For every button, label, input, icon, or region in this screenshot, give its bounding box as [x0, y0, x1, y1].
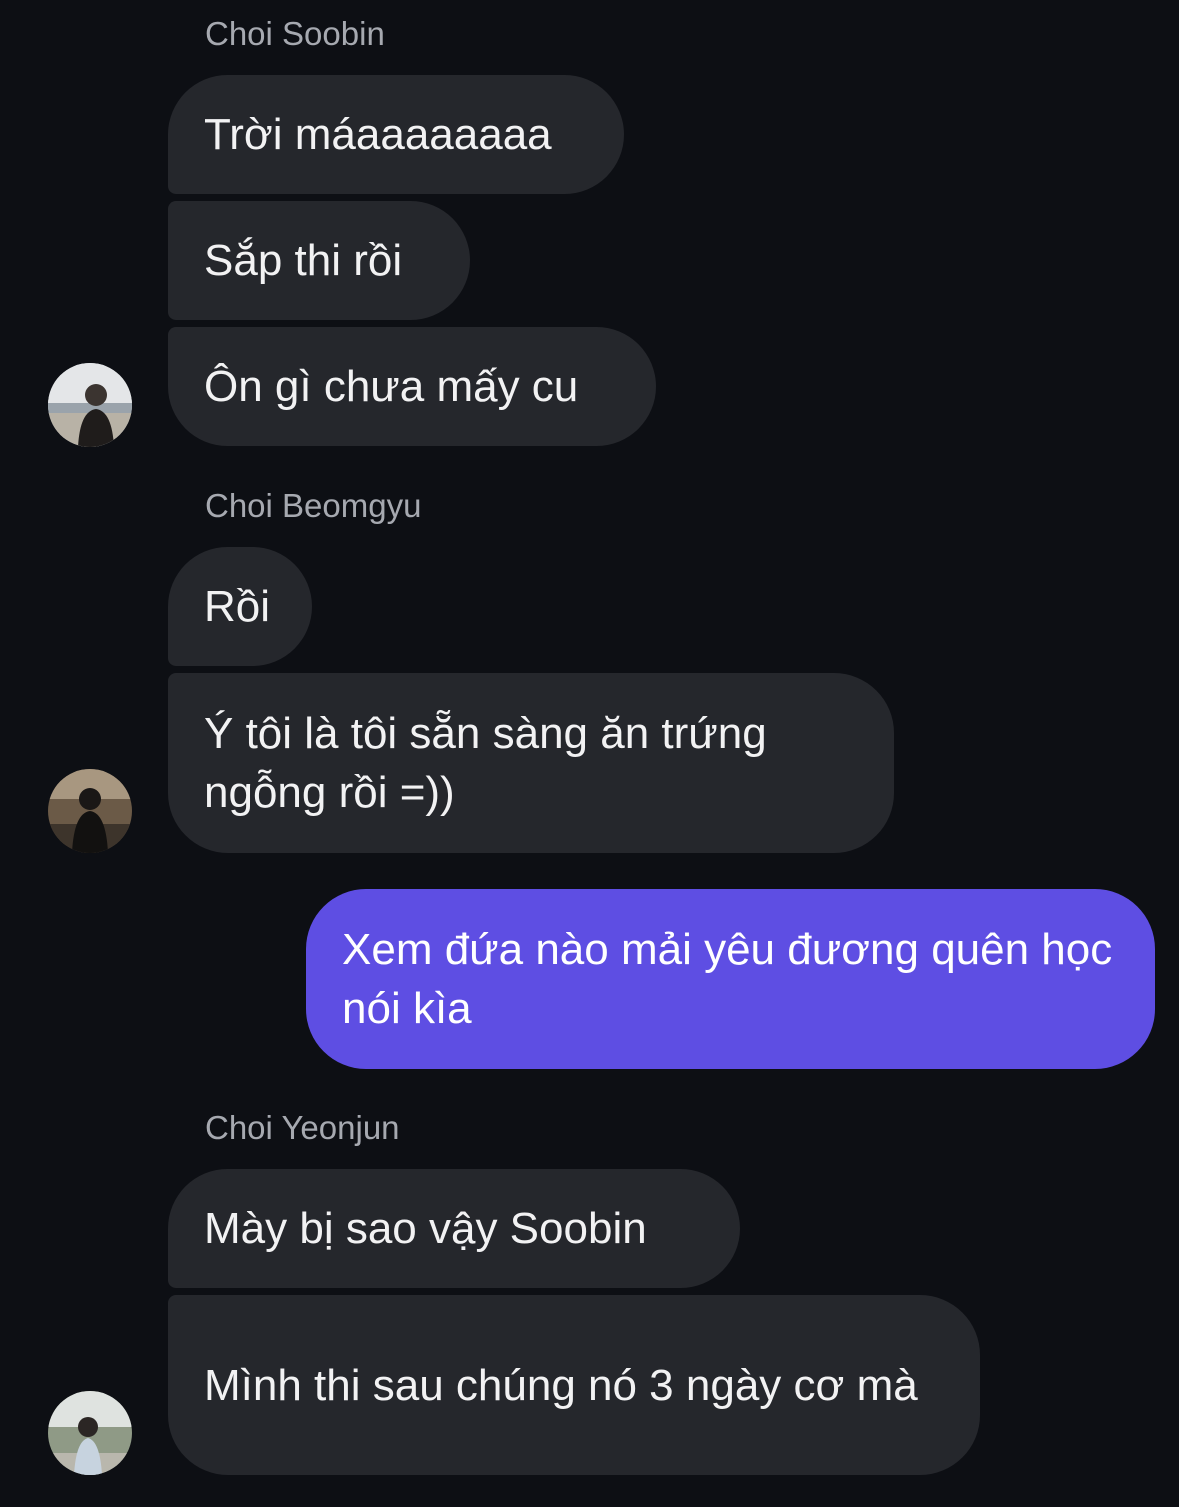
message-bubble[interactable]: Mình thi sau chúng nó 3 ngày cơ mà [168, 1295, 980, 1475]
sender-name: Choi Yeonjun [205, 1109, 400, 1146]
message-bubble[interactable]: Ý tôi là tôi sẵn sàng ăn trứng ngỗng rồi… [168, 673, 894, 853]
message-text: Mày bị sao vậy Soobin [204, 1204, 647, 1253]
message-text: Sắp thi rồi [204, 236, 403, 285]
message-bubble[interactable]: Trời máaaaaaaaa [168, 75, 624, 194]
sender-name: Choi Beomgyu [205, 487, 422, 524]
message-text: Ý tôi là tôi sẵn sàng ăn trứng ngỗng rồi… [204, 709, 767, 817]
message-text: Trời máaaaaaaaa [204, 110, 552, 159]
avatar[interactable] [48, 769, 132, 853]
message-text: Xem đứa nào mải yêu đương quên học nói k… [342, 925, 1113, 1033]
message-text: Rồi [204, 582, 271, 631]
message-text: Ôn gì chưa mấy cu [204, 362, 579, 411]
outgoing-message-bubble[interactable]: Xem đứa nào mải yêu đương quên học nói k… [306, 889, 1155, 1069]
avatar[interactable] [48, 363, 132, 447]
sender-name: Choi Soobin [205, 15, 385, 52]
avatar[interactable] [48, 1391, 132, 1475]
message-bubble[interactable]: Ôn gì chưa mấy cu [168, 327, 656, 446]
message-bubble[interactable]: Sắp thi rồi [168, 201, 470, 320]
message-text: Mình thi sau chúng nó 3 ngày cơ mà [204, 1360, 918, 1410]
message-bubble[interactable]: Mày bị sao vậy Soobin [168, 1169, 740, 1288]
message-bubble[interactable]: Rồi [168, 547, 312, 666]
